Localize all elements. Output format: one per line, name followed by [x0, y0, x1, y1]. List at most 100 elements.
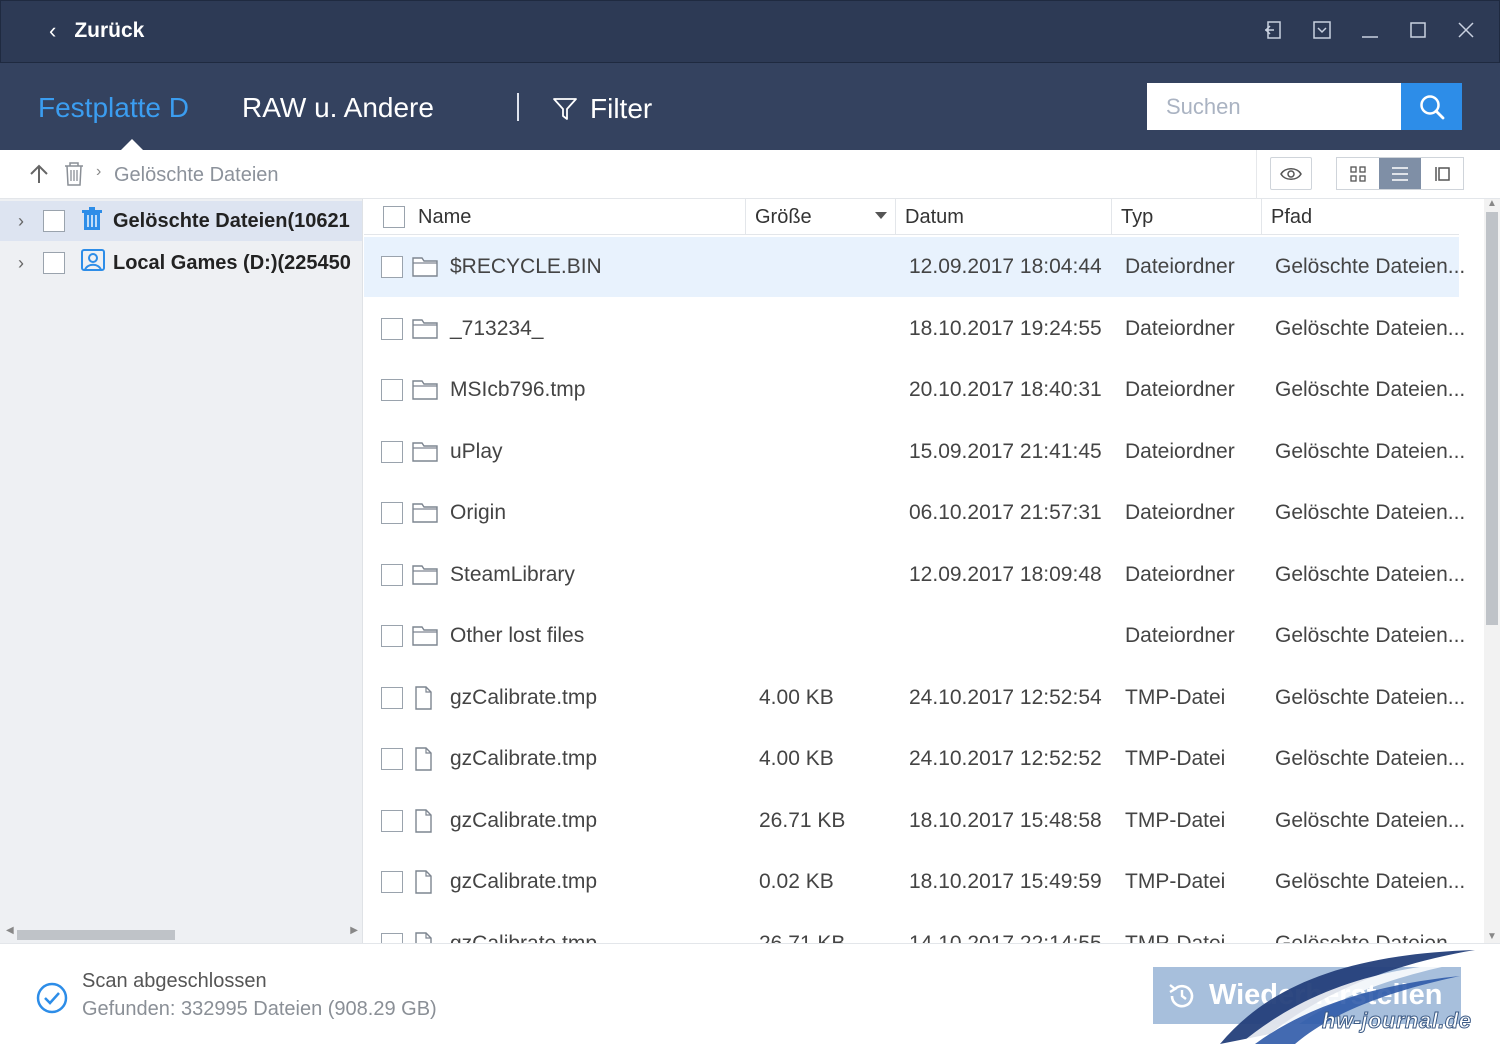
row-checkbox[interactable]: [381, 563, 403, 586]
table-row[interactable]: gzCalibrate.tmp 0.02 KB 18.10.2017 15:49:5…: [364, 852, 1465, 912]
cell-size: 26.71 KB: [759, 808, 846, 832]
cell-name: $RECYCLE.BIN: [450, 255, 602, 278]
vertical-scrollbar[interactable]: ▲ ▼: [1484, 198, 1500, 943]
select-all-checkbox[interactable]: [383, 206, 405, 228]
detail-view-icon[interactable]: [1421, 158, 1463, 189]
maximize-icon[interactable]: [1407, 19, 1429, 41]
scroll-up-icon[interactable]: ▲: [1487, 198, 1497, 209]
checkbox[interactable]: [43, 252, 65, 274]
table-row[interactable]: Other lost files Dateiordner Gelöschte Dat…: [364, 606, 1465, 666]
row-checkbox[interactable]: [381, 256, 403, 278]
back-button[interactable]: ‹ Zurück: [49, 17, 144, 45]
sort-descending-icon: [875, 212, 887, 219]
grid-view-icon[interactable]: [1337, 158, 1379, 189]
breadcrumb-current[interactable]: Gelöschte Dateien: [114, 162, 279, 188]
list-view-icon[interactable]: [1379, 158, 1421, 189]
cell-name: gzCalibrate.tmp: [450, 808, 598, 832]
cell-type: TMP-Datei: [1125, 808, 1226, 832]
column-header-name[interactable]: Name: [409, 199, 746, 235]
cell-type: Dateiordner: [1125, 562, 1235, 586]
table-row[interactable]: gzCalibrate.tmp 4.00 KB 24.10.2017 12:52:5…: [364, 668, 1465, 728]
cell-date: 20.10.2017 18:40:31: [909, 378, 1102, 401]
logout-icon[interactable]: [1263, 19, 1285, 41]
table-row[interactable]: gzCalibrate.tmp 26.71 KB 18.10.2017 15:48:…: [364, 791, 1465, 851]
scrollbar-thumb[interactable]: [17, 930, 175, 940]
row-checkbox[interactable]: [381, 440, 403, 463]
download-box-icon[interactable]: [1311, 19, 1333, 41]
table-row[interactable]: $RECYCLE.BIN 12.09.2017 18:04:44 Dateiordn…: [364, 237, 1465, 297]
table-row[interactable]: gzCalibrate.tmp 4.00 KB 24.10.2017 12:52:5…: [364, 729, 1465, 789]
cell-name: Origin: [450, 501, 507, 524]
watermark-text: hw-journal.de: [1322, 1008, 1472, 1034]
sidebar-item-deleted-files[interactable]: › Gelöschte Dateien(10621: [0, 201, 362, 241]
tab-festplatte-d[interactable]: Festplatte D: [38, 90, 189, 126]
cell-date: 18.10.2017 15:49:59: [909, 870, 1102, 893]
chevron-right-icon: ›: [96, 163, 102, 180]
table-row[interactable]: MSIcb796.tmp 20.10.2017 18:40:31 Dateiordn…: [364, 360, 1465, 420]
cell-name: gzCalibrate.tmp: [450, 747, 598, 770]
cell-type: Dateiordner: [1125, 378, 1235, 401]
sidebar-horizontal-scrollbar[interactable]: ◀ ▶: [2, 925, 362, 942]
file-list: Name Größe Datum Typ Pfad $RECYCLE.BIN 12…: [364, 199, 1484, 943]
row-checkbox[interactable]: [381, 625, 403, 647]
cell-path: Gelöschte Dateien...: [1275, 624, 1466, 647]
row-checkbox[interactable]: [381, 932, 403, 943]
folder-icon: [412, 255, 438, 282]
search-input[interactable]: [1147, 83, 1401, 130]
cell-type: Dateiordner: [1125, 624, 1235, 647]
trash-icon: [63, 161, 85, 192]
filter-button[interactable]: Filter: [552, 91, 652, 127]
cell-date: 12.09.2017 18:09:48: [909, 562, 1102, 586]
row-checkbox[interactable]: [381, 871, 403, 893]
column-header-path[interactable]: Pfad: [1262, 199, 1459, 235]
row-checkbox[interactable]: [381, 809, 403, 832]
scroll-right-icon[interactable]: ▶: [350, 925, 358, 936]
folder-icon: [412, 624, 438, 651]
column-header-date[interactable]: Datum: [896, 199, 1112, 235]
close-icon[interactable]: [1455, 19, 1477, 41]
table-row[interactable]: SteamLibrary 12.09.2017 18:09:48 Dateiordn…: [364, 545, 1465, 605]
cell-path: Gelöschte Dateien...: [1275, 378, 1466, 401]
row-checkbox[interactable]: [381, 502, 403, 524]
minimize-icon[interactable]: [1359, 19, 1381, 41]
view-switcher: [1336, 157, 1464, 190]
table-row[interactable]: _713234_ 18.10.2017 19:24:55 Dateiordner Ge…: [364, 299, 1465, 359]
cell-name: gzCalibrate.tmp: [450, 931, 598, 944]
table-row[interactable]: gzCalibrate.tmp 26.71 KB 14.10.2017 22:14:…: [364, 914, 1465, 944]
scroll-down-icon[interactable]: ▼: [1487, 931, 1497, 942]
tab-raw-andere[interactable]: RAW u. Andere: [242, 90, 434, 126]
check-circle-icon: [36, 982, 68, 1019]
column-header-size[interactable]: Größe: [746, 199, 896, 235]
cell-type: Dateiordner: [1125, 316, 1235, 340]
sidebar-item-local-games[interactable]: › Local Games (D:)(225450: [0, 243, 362, 283]
breadcrumb: › Gelöschte Dateien: [0, 150, 1500, 199]
cell-date: 06.10.2017 21:57:31: [909, 501, 1102, 524]
row-checkbox[interactable]: [381, 317, 403, 340]
user-drive-icon: [81, 248, 105, 278]
preview-button[interactable]: [1270, 157, 1312, 190]
cell-type: TMP-Datei: [1125, 685, 1226, 709]
search-button[interactable]: [1401, 83, 1462, 130]
cell-type: TMP-Datei: [1125, 931, 1226, 944]
folder-icon: [412, 501, 438, 528]
toolbar-divider: [1256, 150, 1257, 199]
filter-icon: [553, 98, 577, 120]
cell-path: Gelöschte Dateien...: [1275, 870, 1466, 893]
scrollbar-thumb[interactable]: [1486, 212, 1498, 625]
folder-icon: [412, 378, 438, 405]
cell-name: SteamLibrary: [450, 562, 575, 586]
checkbox[interactable]: [43, 210, 65, 232]
cell-path: Gelöschte Dateien...: [1275, 316, 1466, 340]
up-arrow-icon[interactable]: [28, 163, 50, 190]
chevron-right-icon[interactable]: ›: [18, 211, 24, 232]
row-checkbox[interactable]: [381, 379, 403, 401]
chevron-right-icon[interactable]: ›: [18, 253, 24, 274]
row-checkbox[interactable]: [381, 686, 403, 709]
scroll-left-icon[interactable]: ◀: [6, 925, 14, 936]
title-bar: ‹ Zurück: [0, 0, 1500, 63]
row-checkbox[interactable]: [381, 748, 403, 770]
table-row[interactable]: uPlay 15.09.2017 21:41:45 Dateiordner Gelös…: [364, 422, 1465, 482]
back-label: Zurück: [74, 19, 145, 42]
table-row[interactable]: Origin 06.10.2017 21:57:31 Dateiordner Gelö…: [364, 483, 1465, 543]
column-header-type[interactable]: Typ: [1112, 199, 1262, 235]
